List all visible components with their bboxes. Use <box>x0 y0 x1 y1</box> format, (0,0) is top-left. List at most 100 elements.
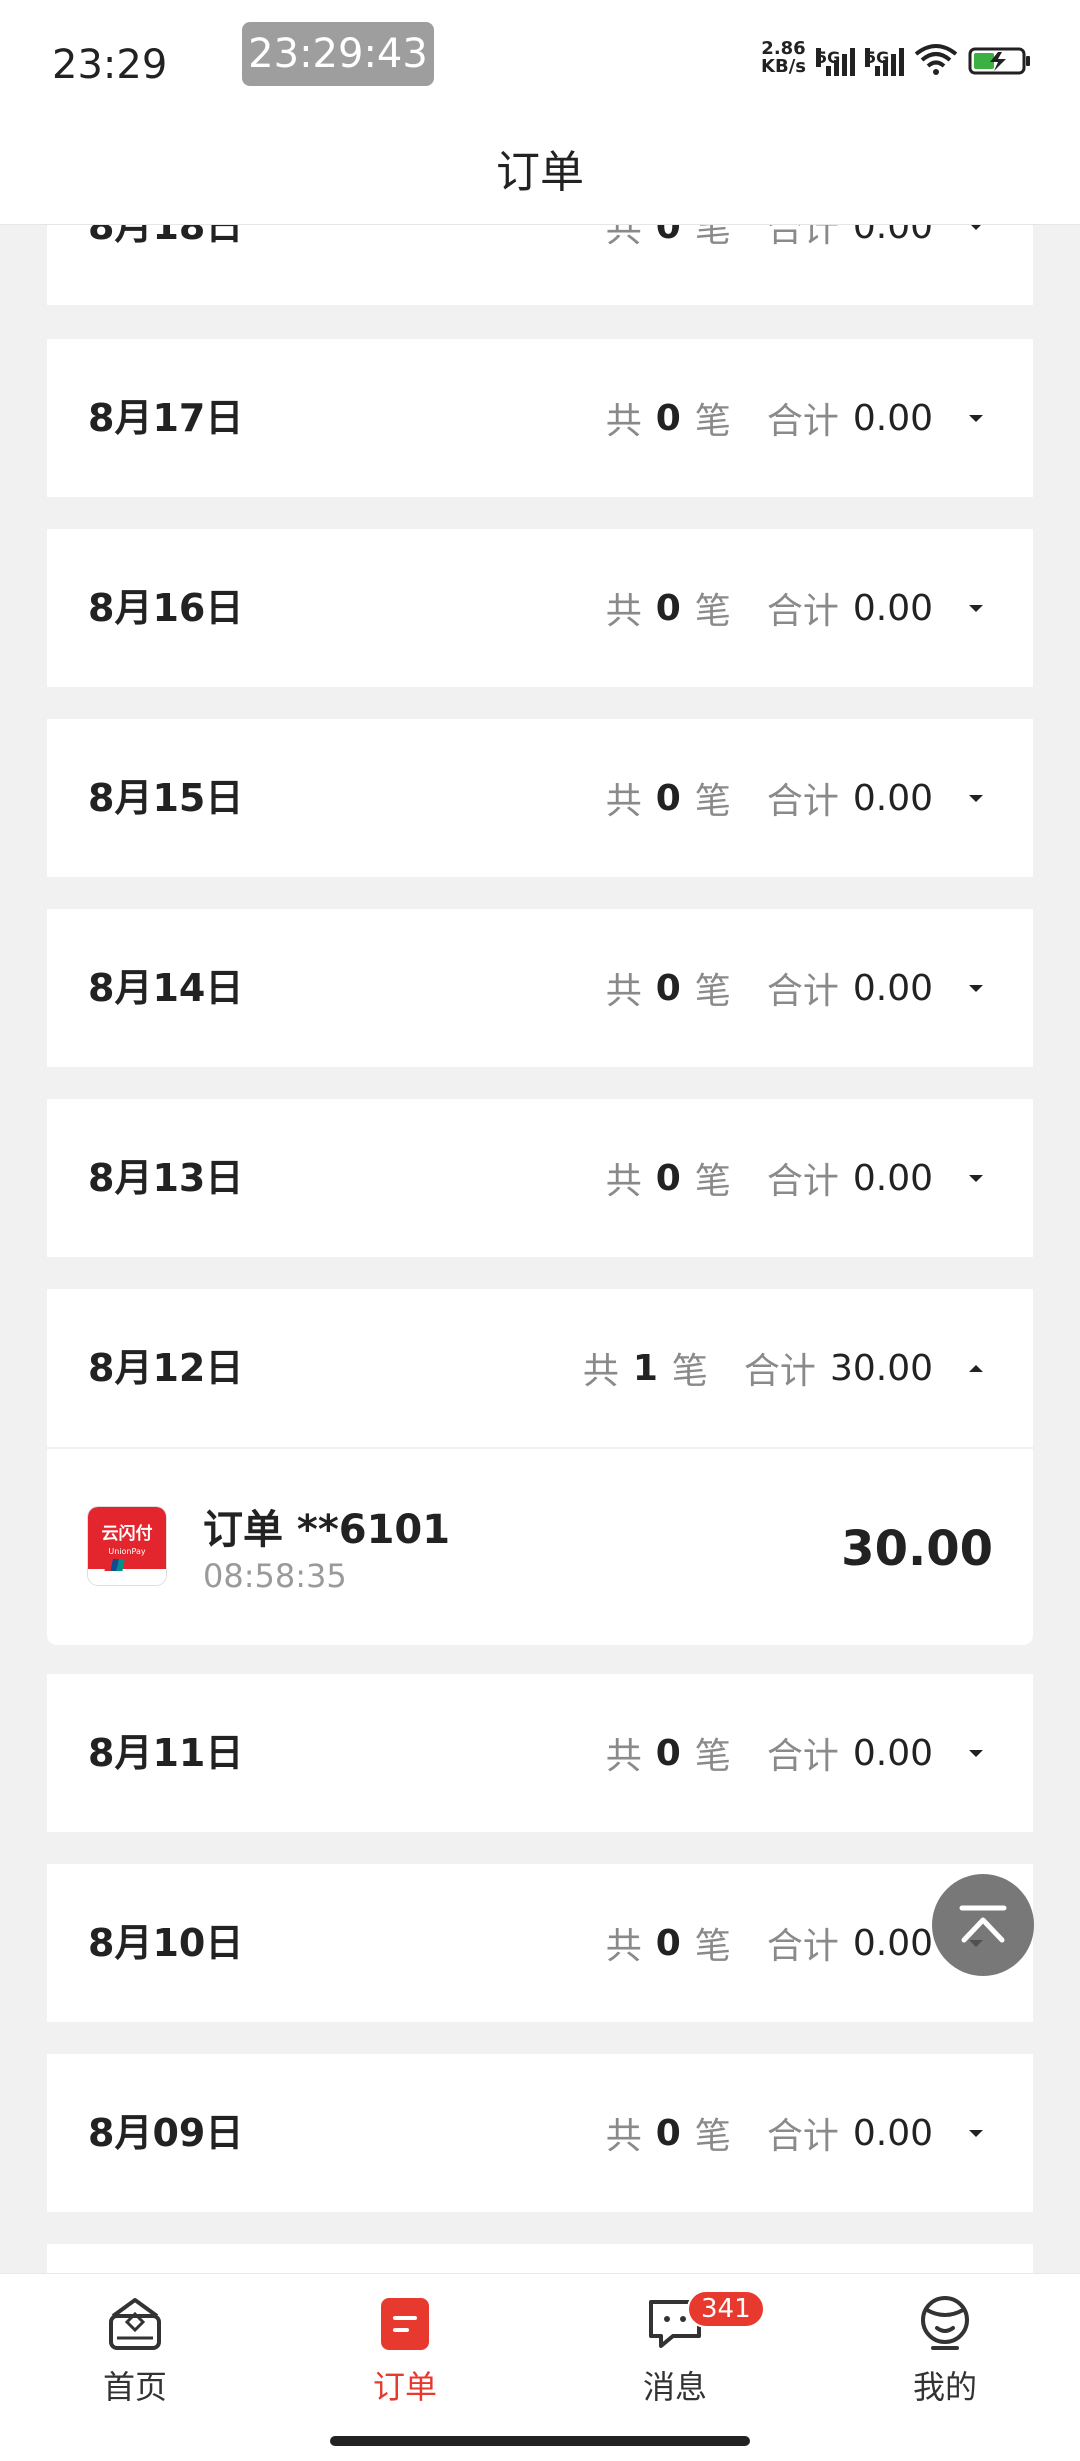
day-summary: 共 0 笔 合计 0.00 <box>606 1099 993 1257</box>
status-time: 23:29 <box>52 42 168 88</box>
signal-icon-2: 5G <box>865 48 904 76</box>
title-bar: 订单 <box>0 120 1080 225</box>
day-date: 8月14日 <box>88 966 244 1010</box>
day-date: 8月13日 <box>88 1156 244 1200</box>
home-indicator[interactable] <box>330 2436 750 2446</box>
svg-text:UnionPay: UnionPay <box>108 1547 145 1556</box>
day-total: 0.00 <box>852 587 933 629</box>
day-header[interactable]: 8月10日 共 0 笔 合计 0.00 <box>47 1864 1033 2022</box>
day-group-0816[interactable]: 8月16日 共 0 笔 合计 0.00 <box>47 529 1033 687</box>
day-total: 0.00 <box>852 397 933 439</box>
order-amount: 30.00 <box>841 1521 993 1577</box>
signal-icon: 5G <box>816 48 855 76</box>
day-total: 0.00 <box>852 1732 933 1774</box>
day-group-0813[interactable]: 8月13日 共 0 笔 合计 0.00 <box>47 1099 1033 1257</box>
chevron-down-icon[interactable] <box>959 788 993 808</box>
day-group-0815[interactable]: 8月15日 共 0 笔 合计 0.00 <box>47 719 1033 877</box>
net-speed: 2.86 KB/s <box>761 38 806 77</box>
day-date: 8月12日 <box>88 1346 244 1390</box>
order-title: 订单 **6101 <box>203 1507 451 1553</box>
day-group-0810[interactable]: 8月10日 共 0 笔 合计 0.00 <box>47 1864 1033 2022</box>
day-header[interactable]: 8月11日 共 0 笔 合计 0.00 <box>47 1674 1033 1832</box>
bottom-nav: 首页 订单 341 消息 我的 <box>0 2273 1080 2461</box>
day-summary: 共 1 笔 合计 30.00 <box>583 1289 993 1447</box>
day-total: 0.00 <box>852 967 933 1009</box>
profile-icon <box>921 2296 969 2350</box>
day-count: 1 <box>632 1347 658 1389</box>
day-count: 0 <box>655 2112 681 2154</box>
day-header[interactable]: 8月15日 共 0 笔 合计 0.00 <box>47 719 1033 877</box>
chevron-down-icon[interactable] <box>959 225 993 236</box>
unionpay-icon: 云闪付 UnionPay <box>88 1507 166 1585</box>
day-summary: 共 0 笔 合计 0.00 <box>606 909 993 1067</box>
day-count: 0 <box>655 777 681 819</box>
day-date: 8月10日 <box>88 1921 244 1965</box>
day-count: 0 <box>655 1157 681 1199</box>
nav-item-orders[interactable]: 订单 <box>305 2292 505 2408</box>
day-date: 8月16日 <box>88 586 244 630</box>
day-summary: 共 0 笔 合计 0.00 <box>606 529 993 687</box>
day-group-0812[interactable]: 8月12日 共 1 笔 合计 30.00 云闪付 UnionPay 订单 **6… <box>47 1289 1033 1645</box>
day-date: 8月09日 <box>88 2111 244 2155</box>
arrow-up-to-top-icon <box>959 1905 1007 1943</box>
scroll-to-top-button[interactable] <box>932 1874 1034 1976</box>
day-date: 8月11日 <box>88 1731 244 1775</box>
order-time: 08:58:35 <box>203 1557 347 1595</box>
home-icon <box>109 2298 161 2350</box>
order-row[interactable]: 云闪付 UnionPay 订单 **6101 08:58:35 30.00 <box>47 1447 1033 1645</box>
page-title: 订单 <box>496 147 584 198</box>
day-total: 0.00 <box>852 1922 933 1964</box>
day-summary: 共 0 笔 合计 0.00 <box>606 1674 993 1832</box>
day-header[interactable]: 8月13日 共 0 笔 合计 0.00 <box>47 1099 1033 1257</box>
day-total: 30.00 <box>829 1347 933 1389</box>
status-icons: 2.86 KB/s 5G 5G <box>761 40 1032 76</box>
day-count: 0 <box>655 1732 681 1774</box>
day-date: 8月17日 <box>88 396 244 440</box>
day-count: 0 <box>655 967 681 1009</box>
wifi-icon <box>914 44 958 75</box>
chevron-down-icon[interactable] <box>959 408 993 428</box>
orders-icon <box>381 2298 429 2350</box>
day-header[interactable]: 8月18日 共 0 笔 合计 0.00 <box>47 225 1033 305</box>
day-count: 0 <box>655 225 681 247</box>
day-summary: 共 0 笔 合计 0.00 <box>606 2054 993 2212</box>
day-group-0811[interactable]: 8月11日 共 0 笔 合计 0.00 <box>47 1674 1033 1832</box>
battery-icon <box>968 47 1030 75</box>
clock-badge: 23:29:43 <box>242 22 434 86</box>
day-date: 8月15日 <box>88 776 244 820</box>
day-summary: 共 0 笔 合计 0.00 <box>606 719 993 877</box>
day-total: 0.00 <box>852 777 933 819</box>
nav-item-profile[interactable]: 我的 <box>845 2292 1045 2408</box>
chevron-up-icon[interactable] <box>959 1358 993 1378</box>
day-header[interactable]: 8月17日 共 0 笔 合计 0.00 <box>47 339 1033 497</box>
day-group-next[interactable] <box>47 2244 1033 2273</box>
day-group-0818[interactable]: 8月18日 共 0 笔 合计 0.00 <box>47 225 1033 305</box>
day-summary: 共 0 笔 合计 0.00 <box>606 339 993 497</box>
day-count: 0 <box>655 587 681 629</box>
chevron-down-icon[interactable] <box>959 1168 993 1188</box>
order-day-list[interactable]: 8月18日 共 0 笔 合计 0.00 8月17日 共 0 笔 合计 0.00 <box>0 225 1080 2273</box>
day-header[interactable]: 8月12日 共 1 笔 合计 30.00 <box>47 1289 1033 1447</box>
svg-text:云闪付: 云闪付 <box>102 1523 153 1544</box>
day-total: 0.00 <box>852 2112 933 2154</box>
day-count: 0 <box>655 1922 681 1964</box>
chevron-down-icon[interactable] <box>959 2123 993 2143</box>
chevron-down-icon[interactable] <box>959 978 993 998</box>
status-bar: 23:29 23:29:43 2.86 KB/s 5G 5G <box>0 0 1080 120</box>
nav-item-messages[interactable]: 341 消息 <box>575 2290 775 2408</box>
day-header[interactable]: 8月16日 共 0 笔 合计 0.00 <box>47 529 1033 687</box>
day-group-0814[interactable]: 8月14日 共 0 笔 合计 0.00 <box>47 909 1033 1067</box>
day-date: 8月18日 <box>88 225 244 248</box>
day-group-0809[interactable]: 8月09日 共 0 笔 合计 0.00 <box>47 2054 1033 2212</box>
day-header[interactable]: 8月14日 共 0 笔 合计 0.00 <box>47 909 1033 1067</box>
day-total: 0.00 <box>852 225 933 247</box>
day-total: 0.00 <box>852 1157 933 1199</box>
day-header[interactable]: 8月09日 共 0 笔 合计 0.00 <box>47 2054 1033 2212</box>
nav-item-home[interactable]: 首页 <box>35 2292 235 2408</box>
chevron-down-icon[interactable] <box>959 598 993 618</box>
day-summary: 共 0 笔 合计 0.00 <box>606 225 993 305</box>
day-count: 0 <box>655 397 681 439</box>
message-count-badge: 341 <box>687 2290 765 2328</box>
chevron-down-icon[interactable] <box>959 1743 993 1763</box>
day-group-0817[interactable]: 8月17日 共 0 笔 合计 0.00 <box>47 339 1033 497</box>
